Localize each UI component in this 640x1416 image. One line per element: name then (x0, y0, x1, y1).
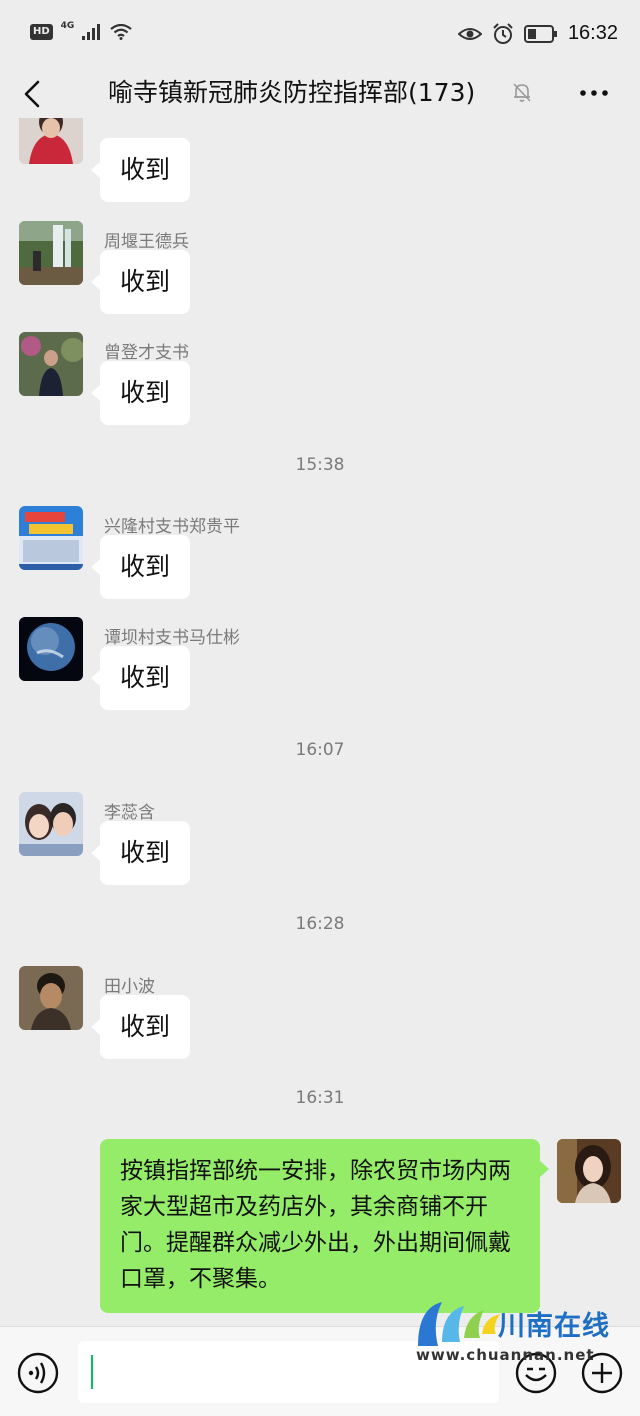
message-bubble[interactable]: 收到 (90, 646, 191, 710)
sender-name: 兴隆村支书郑贵平 (104, 517, 240, 537)
message-bubble[interactable]: 收到 (90, 361, 191, 425)
watermark-name: 川南在线 (498, 1311, 610, 1342)
watermark-url: www.chuannan.net (416, 1346, 595, 1364)
avatar-poster[interactable] (19, 506, 83, 570)
text-caret (91, 1355, 93, 1389)
message-bubble[interactable]: 收到 (90, 995, 191, 1059)
mute-bell-icon (513, 83, 531, 102)
timestamp: 16:28 (295, 914, 345, 934)
avatar-cartoon-couple[interactable] (19, 792, 83, 856)
voice-input-icon[interactable] (16, 1351, 60, 1395)
message-bubble[interactable]: 收到 (90, 138, 191, 202)
avatar-man-portrait[interactable] (19, 966, 83, 1030)
avatar-waterfall[interactable] (19, 221, 83, 285)
chat-header: 喻寺镇新冠肺炎防控指挥部(173) (0, 70, 640, 118)
sender-name: 李蕊含 (104, 803, 155, 823)
battery-icon (523, 24, 557, 43)
message-bubble[interactable]: 收到 (90, 535, 191, 599)
more-options-icon[interactable] (576, 78, 612, 108)
status-time: 16:32 (567, 22, 618, 44)
signal-icon (82, 24, 101, 40)
timestamp: 16:07 (295, 740, 345, 760)
avatar-red-jacket[interactable] (19, 118, 83, 164)
sender-name: 田小波 (104, 977, 155, 997)
avatar-man-suit[interactable] (19, 332, 83, 396)
chat-message-list[interactable]: 收到 周堰王德兵 收到 曾登才支书 收到 15:38 兴隆村支书郑贵平 收到 谭… (0, 118, 640, 1326)
wifi-icon (110, 24, 133, 40)
eye-icon (457, 27, 482, 40)
sender-name: 谭坝村支书马仕彬 (104, 628, 240, 648)
message-bubble[interactable]: 收到 (90, 821, 191, 885)
hd-badge: HD (30, 24, 53, 40)
watermark-emblem-icon (418, 1302, 500, 1346)
avatar-earth[interactable] (19, 617, 83, 681)
watermark-logo: 川南在线 www.chuannan.net (412, 1298, 640, 1370)
sender-name: 曾登才支书 (104, 343, 189, 363)
status-bar: HD 4G 16:32 (0, 0, 640, 70)
outgoing-bubble[interactable]: 按镇指挥部统一安排，除农贸市场内两家大型超市及药店外，其余商铺不开门。提醒群众减… (100, 1139, 549, 1313)
sender-name: 周堰王德兵 (104, 232, 189, 252)
chat-title: 喻寺镇新冠肺炎防控指挥部(173) (108, 78, 476, 107)
message-bubble[interactable]: 收到 (90, 250, 191, 314)
alarm-icon (493, 22, 513, 44)
back-arrow-icon[interactable] (18, 76, 50, 112)
timestamp: 15:38 (295, 455, 345, 475)
avatar-woman-portrait[interactable] (557, 1139, 621, 1203)
timestamp: 16:31 (295, 1088, 345, 1108)
network-type: 4G (60, 20, 75, 31)
